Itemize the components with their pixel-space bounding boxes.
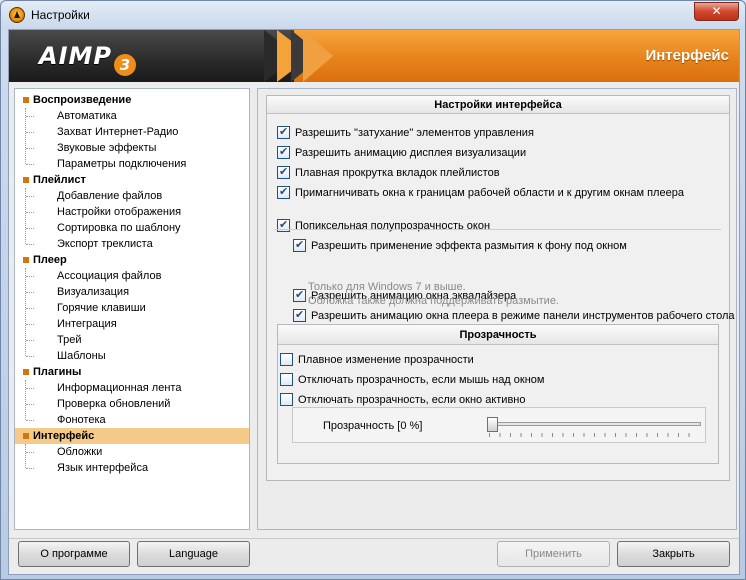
close-button[interactable]: Закрыть — [617, 541, 730, 567]
tree-group-1[interactable]: Плейлист — [15, 172, 86, 188]
aimp-logo-version: 3 — [114, 54, 136, 76]
checkbox[interactable] — [280, 373, 293, 386]
tree-item[interactable]: Шаблоны — [57, 348, 106, 364]
apply-button[interactable]: Применить — [497, 541, 610, 567]
tree-item[interactable]: Автоматика — [57, 108, 117, 124]
tree-item[interactable]: Параметры подключения — [57, 156, 186, 172]
checkbox[interactable] — [293, 238, 306, 252]
checkbox-label: Отключать прозрачность, если мышь над ок… — [298, 374, 545, 386]
checkbox[interactable] — [277, 165, 290, 179]
tree-item[interactable]: Экспорт треклиста — [57, 236, 153, 252]
checkbox-label: Плавная прокрутка вкладок плейлистов — [295, 167, 500, 179]
tree-item[interactable]: Трей — [57, 332, 81, 348]
transparency-slider-thumb[interactable] — [487, 417, 498, 432]
checkbox-label: Разрешить применение эффекта размытия к … — [311, 240, 627, 252]
transparency-slider-ticks — [489, 433, 699, 437]
footer-separator — [9, 538, 739, 539]
tree-item[interactable]: Настройки отображения — [57, 204, 181, 220]
tree-item[interactable]: Сортировка по шаблону — [57, 220, 181, 236]
section-title: Интерфейс — [645, 47, 729, 64]
tree-group-4[interactable]: Интерфейс — [15, 428, 249, 444]
tree-item[interactable]: Визуализация — [57, 284, 129, 300]
tree-bullet-icon — [23, 97, 29, 103]
checkbox-label: Примагничивать окна к границам рабочей о… — [295, 187, 684, 199]
language-button[interactable]: Language — [137, 541, 250, 567]
aimp-logo: AIMP — [39, 42, 112, 70]
tree-item[interactable]: Язык интерфейса — [57, 460, 148, 476]
checkbox[interactable] — [280, 353, 293, 366]
settings-window: Настройки ✕ AIMP 3 Интерфейс Воспроизвед… — [0, 0, 746, 580]
checkbox[interactable] — [280, 393, 293, 406]
tree-bullet-icon — [23, 369, 29, 375]
tree-bullet-icon — [23, 257, 29, 263]
checkbox[interactable] — [293, 308, 306, 322]
tree-group-2[interactable]: Плеер — [15, 252, 67, 268]
window-close-button[interactable]: ✕ — [694, 2, 739, 21]
checkbox-label: Отключать прозрачность, если окно активн… — [298, 394, 526, 406]
tree-item[interactable]: Звуковые эффекты — [57, 140, 156, 156]
blur-hint-line2: Обложка также должна поддерживать размыт… — [308, 295, 559, 307]
aimp-app-icon — [9, 7, 25, 23]
blur-hint-line1: Только для Windows 7 и выше. — [308, 281, 466, 293]
interface-settings-group: Настройки интерфейса Разрешить "затухани… — [266, 95, 735, 481]
tree-item[interactable]: Захват Интернет-Радио — [57, 124, 178, 140]
tree-item[interactable]: Проверка обновлений — [57, 396, 170, 412]
tree-group-label: Плагины — [33, 366, 82, 378]
checkbox-label: Попиксельная полупрозрачность окон — [295, 220, 491, 232]
checkbox[interactable] — [277, 125, 290, 139]
transparency-slider-track[interactable] — [487, 422, 701, 426]
tree-item[interactable]: Информационная лента — [57, 380, 181, 396]
interface-settings-header: Настройки интерфейса — [267, 96, 729, 114]
checkbox[interactable] — [277, 145, 290, 159]
transparency-group: Прозрачность Плавное изменение прозрачно… — [277, 324, 719, 464]
header-banner: AIMP 3 Интерфейс — [9, 30, 739, 82]
transparency-slider-label: Прозрачность [0 %] — [323, 420, 423, 432]
title-bar[interactable]: Настройки ✕ — [1, 1, 745, 29]
tree-bullet-icon — [23, 433, 29, 439]
checkbox[interactable] — [277, 185, 290, 199]
checkbox-label: Разрешить "затухание" элементов управлен… — [295, 127, 534, 139]
tree-item[interactable]: Ассоциация файлов — [57, 268, 161, 284]
checkbox[interactable] — [277, 218, 290, 232]
tree-group-label: Воспроизведение — [33, 94, 132, 106]
tree-item[interactable]: Горячие клавиши — [57, 300, 146, 316]
transparency-header: Прозрачность — [278, 325, 718, 345]
tree-item[interactable]: Интеграция — [57, 316, 117, 332]
window-title: Настройки — [31, 8, 90, 22]
checkbox[interactable] — [293, 288, 306, 302]
settings-divider — [275, 229, 721, 230]
tree-group-label: Интерфейс — [33, 430, 95, 442]
tree-group-0[interactable]: Воспроизведение — [15, 92, 131, 108]
checkbox-label: Разрешить анимацию дисплея визуализации — [295, 147, 527, 159]
tree-group-label: Плеер — [33, 254, 67, 266]
client-area: AIMP 3 Интерфейс Воспроизведение Автомати… — [8, 29, 740, 575]
tree-item[interactable]: Обложки — [57, 444, 102, 460]
settings-tree[interactable]: Воспроизведение Автоматика Захват Интернет… — [14, 88, 250, 530]
tree-item[interactable]: Фонотека — [57, 412, 106, 428]
checkbox-label: Разрешить анимацию окна плеера в режиме … — [311, 310, 735, 322]
settings-panel: Настройки интерфейса Разрешить "затухани… — [257, 88, 737, 530]
transparency-slider-box: Прозрачность [0 %] — [292, 407, 706, 443]
about-button[interactable]: О программе — [18, 541, 130, 567]
tree-group-label: Плейлист — [33, 174, 86, 186]
checkbox-label: Плавное изменение прозрачности — [298, 354, 474, 366]
tree-group-3[interactable]: Плагины — [15, 364, 81, 380]
tree-bullet-icon — [23, 177, 29, 183]
tree-item[interactable]: Добавление файлов — [57, 188, 162, 204]
